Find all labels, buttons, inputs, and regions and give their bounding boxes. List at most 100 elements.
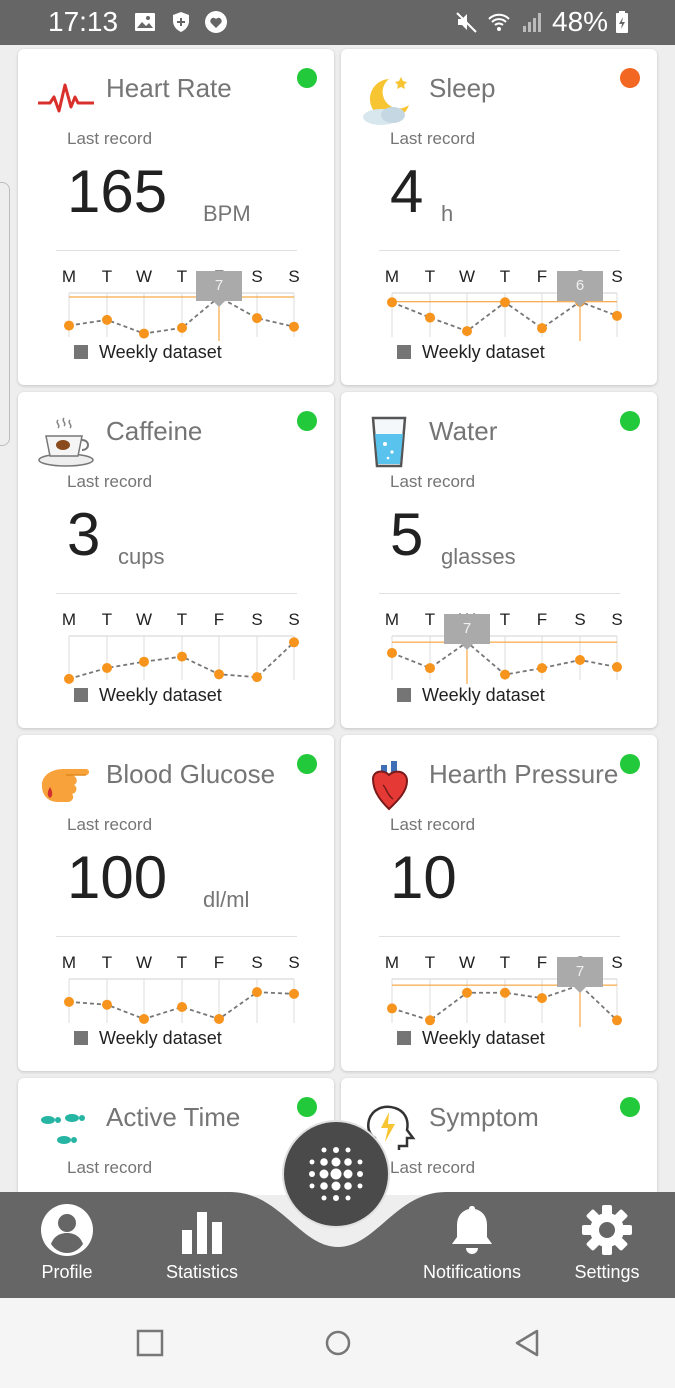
status-dot [620,68,640,88]
weekday-label: F [536,267,548,286]
weekday-label: T [424,610,436,629]
legend-swatch [397,345,411,359]
data-point [500,669,510,680]
battery-level: 48% [552,6,609,37]
data-point [500,297,510,308]
data-point [64,996,74,1007]
status-dot [620,1097,640,1117]
weekday-label: W [458,953,476,972]
card-title: Sleep [429,73,496,103]
status-dot [297,1097,317,1117]
heart-icon [205,11,227,33]
legend-label: Weekly dataset [422,1028,545,1048]
record-unit: h [441,201,454,226]
record-unit: cups [118,544,165,569]
card-water[interactable]: WaterLast record5glassesMTWTFSS7Weekly d… [341,392,657,728]
weekday-label: M [61,267,77,286]
tooltip-arrow [574,301,586,307]
wifi-icon [488,13,510,31]
chart-tooltip: 7 [444,614,490,644]
back-icon[interactable] [512,1328,542,1358]
weekday-label: M [384,610,400,629]
last-record-label: Last record [67,129,153,148]
dots-grid-icon [309,1147,363,1201]
data-point [537,993,547,1004]
weekday-label: T [176,267,188,286]
weekday-label: T [101,953,113,972]
data-point [387,647,397,658]
status-dot [297,411,317,431]
home-icon[interactable] [323,1328,353,1358]
nav-label: Settings [574,1262,640,1282]
data-point [425,663,435,674]
divider [379,250,620,251]
moon-cloud-icon [359,71,419,127]
data-point [64,673,74,684]
record-value: 100 [67,844,168,911]
data-point [139,656,149,667]
recent-apps-icon[interactable] [135,1328,165,1358]
chart-legend: Weekly dataset [74,685,222,706]
weekly-chart [64,635,299,684]
divider [56,593,297,594]
weekday-label: T [176,610,188,629]
card-blood-glucose[interactable]: Blood Glucose Last record 100 dl/ml M T W T F S S W… [18,735,334,1071]
profile-icon [41,1204,93,1256]
last-record-label: Last record [390,1158,476,1177]
record-value: 5 [390,501,424,568]
nav-statistics[interactable]: Statistics [137,1192,267,1298]
battery-icon [616,11,628,33]
data-point [425,312,435,323]
last-record-label: Last record [67,815,153,834]
status-dot [620,754,640,774]
heart-rate-icon [36,71,96,127]
tooltip-arrow [461,644,473,650]
weekly-chart [64,978,299,1024]
status-time: 17:13 [48,6,119,37]
weekday-labels: MTWTFSS [46,953,316,975]
nav-notifications[interactable]: Notifications [407,1192,537,1298]
data-point [537,663,547,674]
card-hearth-pressure[interactable]: Hearth PressureLast record10MTWTFSS7Week… [341,735,657,1071]
gear-icon [582,1205,632,1255]
water-glass-icon [359,414,419,470]
last-record-label: Last record [67,472,153,491]
last-record-label: Last record [67,1158,153,1177]
weekday-label: S [611,953,623,972]
weekday-label: T [499,267,511,286]
data-point [252,672,262,683]
image-icon [135,13,155,31]
data-point [102,999,112,1010]
weekday-label: W [135,610,153,629]
data-point [252,313,262,324]
card-sleep[interactable]: SleepLast record4hMTWTFSS6Weekly dataset [341,49,657,385]
nav-profile[interactable]: Profile [2,1192,132,1298]
data-point [500,987,510,998]
legend-swatch [74,345,88,359]
card-heart-rate[interactable]: Heart RateLast record165BPMMTWTFSS7Weekl… [18,49,334,385]
data-point [612,1015,622,1026]
weekday-label: S [251,953,263,972]
weekday-label: T [499,953,511,972]
data-point [387,297,397,308]
finger-prick-icon [36,757,96,813]
card-title: Water [429,416,498,446]
weekday-label: W [135,953,153,972]
divider [379,936,620,937]
card-caffeine[interactable]: Caffeine Last record 3 cups M T W T F S S Weekly da… [18,392,334,728]
legend-label: Weekly dataset [99,685,222,705]
chart-legend: Weekly dataset [74,342,222,363]
data-point [139,1014,149,1024]
data-point [177,1002,187,1012]
chart-legend: Weekly dataset [397,685,545,706]
weekday-label: S [611,610,623,629]
divider [56,250,297,251]
data-point [612,310,622,321]
status-bar: 17:13 48% [0,0,675,45]
legend-label: Weekly dataset [99,342,222,362]
nav-settings[interactable]: Settings [542,1192,672,1298]
weekday-label: F [213,953,225,972]
legend-label: Weekly dataset [99,1028,222,1048]
add-record-button[interactable] [282,1120,390,1228]
weekly-chart [64,292,299,341]
